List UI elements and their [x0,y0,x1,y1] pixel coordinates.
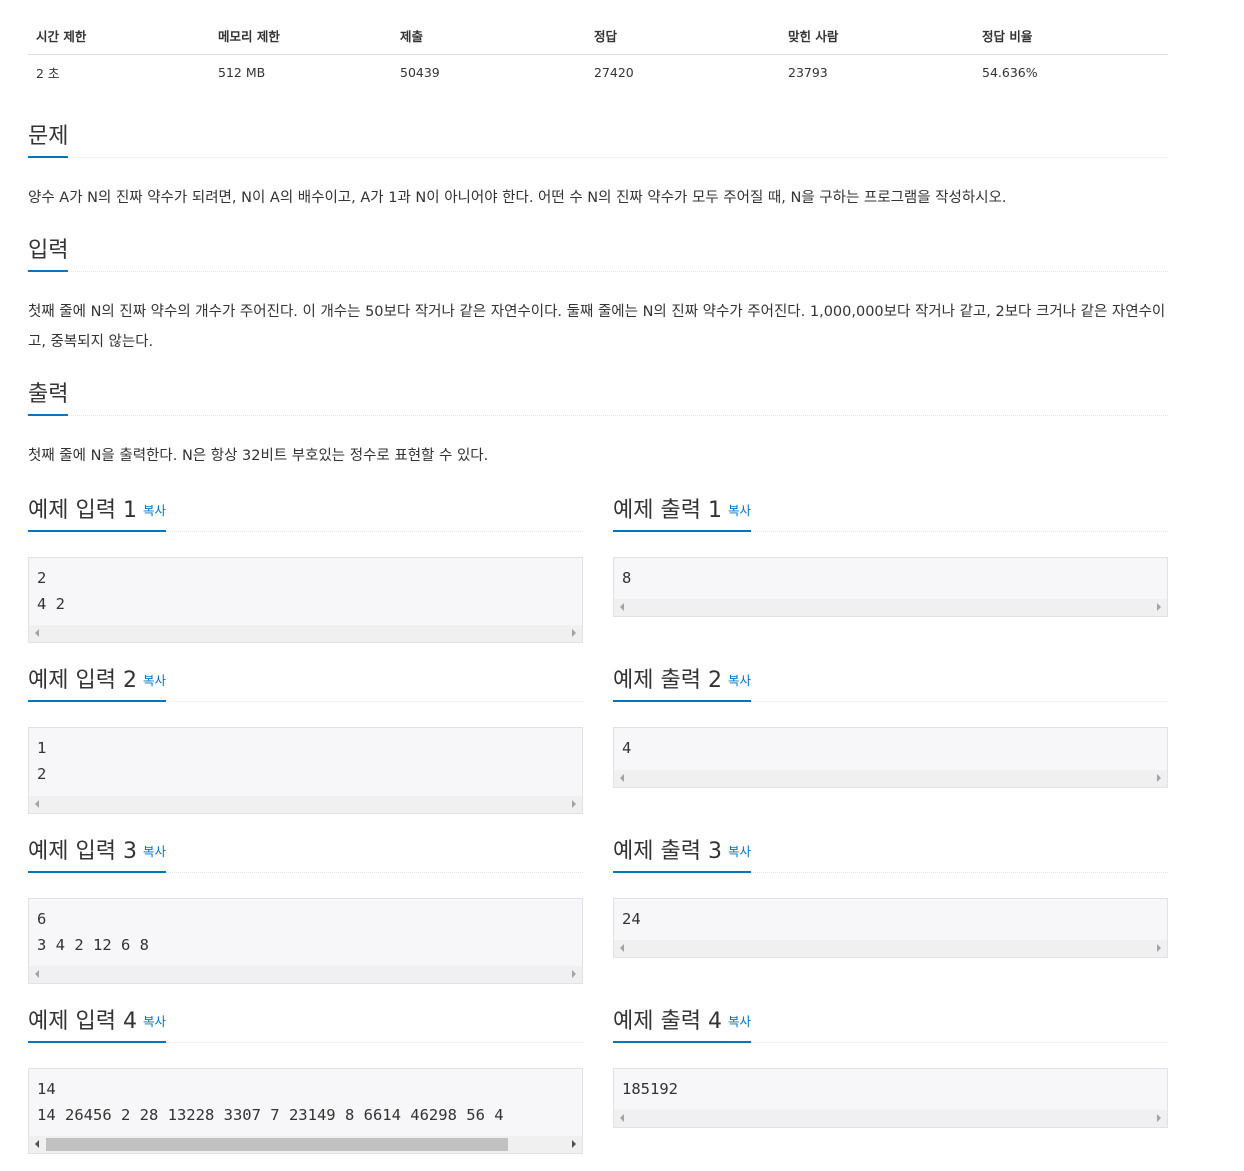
sample-output-1-box[interactable]: 8 [613,557,1168,617]
info-value-row: 2 초 512 MB 50439 27420 23793 54.636% [28,54,1168,90]
sample-input-2-text: 1 2 [37,739,47,783]
sample-input-2-headline: 예제 입력 2 복사 [28,666,583,702]
accept-ratio-header: 정답 비율 [974,18,1168,55]
sample-input-3-headline: 예제 입력 3 복사 [28,837,583,873]
output-title: 출력 [28,380,69,416]
scroll-left-icon[interactable] [620,944,624,952]
scroll-left-icon[interactable] [620,1114,624,1122]
sample-output-4-box[interactable]: 185192 [613,1068,1168,1128]
submissions-header: 제출 [392,18,586,55]
copy-sample-output-1-button[interactable]: 복사 [728,503,751,518]
accept-ratio-value: 54.636% [982,64,1038,80]
sample-output-4-title: 예제 출력 4 복사 [613,1007,751,1043]
scroll-left-icon[interactable] [35,970,39,978]
memory-limit-value: 512 MB [218,64,266,80]
sample-output-2-box[interactable]: 4 [613,727,1168,788]
sample-output-3-text: 24 [622,910,641,928]
horizontal-scrollbar[interactable] [614,1110,1167,1127]
horizontal-scrollbar[interactable] [29,966,582,983]
scroll-right-icon[interactable] [572,629,576,637]
input-headline: 입력 [28,236,1168,272]
scroll-left-icon[interactable] [35,629,39,637]
sample-input-1-text: 2 4 2 [37,569,65,613]
scroll-right-icon[interactable] [1157,944,1161,952]
sample-output-3-headline: 예제 출력 3 복사 [613,837,1168,873]
scroll-left-icon[interactable] [35,1140,39,1148]
time-limit-header: 시간 제한 [28,18,210,55]
time-limit-value: 2 초 [36,65,60,81]
scroll-right-icon[interactable] [572,970,576,978]
horizontal-scrollbar[interactable] [614,770,1167,787]
copy-sample-output-3-button[interactable]: 복사 [728,844,751,859]
sample-input-1-title: 예제 입력 1 복사 [28,496,166,532]
sample-input-1-headline: 예제 입력 1 복사 [28,496,583,532]
sample-input-4-title: 예제 입력 4 복사 [28,1007,166,1043]
submissions-value: 50439 [400,64,440,80]
sample-input-3-text: 6 3 4 2 12 6 8 [37,910,149,954]
scroll-right-icon[interactable] [1157,774,1161,782]
output-description: 첫째 줄에 N을 출력한다. N은 항상 32비트 부호있는 정수로 표현할 수… [28,448,489,464]
sample-input-2-box[interactable]: 1 2 [28,727,583,814]
input-title: 입력 [28,236,69,272]
scroll-right-icon[interactable] [1157,1114,1161,1122]
horizontal-scrollbar[interactable] [614,599,1167,616]
sample-input-4-box[interactable]: 14 14 26456 2 28 13228 3307 7 23149 8 66… [28,1068,583,1154]
problem-info-table: 시간 제한 메모리 제한 제출 정답 맞힌 사람 정답 비율 2 초 512 M… [28,18,1168,90]
scrollbar-thumb[interactable] [46,1138,508,1151]
scroll-right-icon[interactable] [572,800,576,808]
info-header-row: 시간 제한 메모리 제한 제출 정답 맞힌 사람 정답 비율 [28,18,1168,55]
horizontal-scrollbar[interactable] [614,940,1167,957]
sample-input-4-headline: 예제 입력 4 복사 [28,1007,583,1043]
sample-output-2-text: 4 [622,739,632,757]
scroll-left-icon[interactable] [620,774,624,782]
copy-sample-input-3-button[interactable]: 복사 [143,844,166,859]
copy-sample-output-2-button[interactable]: 복사 [728,673,751,688]
sample-input-1-box[interactable]: 2 4 2 [28,557,583,643]
output-headline: 출력 [28,380,1168,416]
copy-sample-input-4-button[interactable]: 복사 [143,1014,166,1029]
sample-input-4-text: 14 14 26456 2 28 13228 3307 7 23149 8 66… [37,1080,504,1124]
sample-output-2-headline: 예제 출력 2 복사 [613,666,1168,702]
sample-input-3-title: 예제 입력 3 복사 [28,837,166,873]
input-description: 첫째 줄에 N의 진짜 약수의 개수가 주어진다. 이 개수는 50보다 작거나… [28,304,1166,350]
scroll-left-icon[interactable] [35,800,39,808]
accepted-value: 27420 [594,64,634,80]
copy-sample-input-1-button[interactable]: 복사 [143,503,166,518]
sample-output-4-text: 185192 [622,1080,678,1098]
horizontal-scrollbar[interactable] [29,796,582,813]
sample-output-2-title: 예제 출력 2 복사 [613,666,751,702]
sample-input-3-box[interactable]: 6 3 4 2 12 6 8 [28,898,583,984]
copy-sample-output-4-button[interactable]: 복사 [728,1014,751,1029]
sample-output-1-headline: 예제 출력 1 복사 [613,496,1168,532]
sample-input-2-title: 예제 입력 2 복사 [28,666,166,702]
sample-output-3-title: 예제 출력 3 복사 [613,837,751,873]
problem-title: 문제 [28,122,69,158]
scroll-right-icon[interactable] [572,1140,576,1148]
solved-users-value: 23793 [788,64,828,80]
copy-sample-input-2-button[interactable]: 복사 [143,673,166,688]
scroll-left-icon[interactable] [620,603,624,611]
scroll-right-icon[interactable] [1157,603,1161,611]
sample-output-3-box[interactable]: 24 [613,898,1168,958]
sample-output-4-headline: 예제 출력 4 복사 [613,1007,1168,1043]
problem-description: 양수 A가 N의 진짜 약수가 되려면, N이 A의 배수이고, A가 1과 N… [28,190,1007,206]
sample-output-1-title: 예제 출력 1 복사 [613,496,751,532]
sample-output-1-text: 8 [622,569,632,587]
accepted-header: 정답 [586,18,780,55]
horizontal-scrollbar[interactable] [29,1136,582,1153]
horizontal-scrollbar[interactable] [29,625,582,642]
solved-users-header: 맞힌 사람 [780,18,974,55]
memory-limit-header: 메모리 제한 [210,18,392,55]
problem-headline: 문제 [28,122,1168,158]
